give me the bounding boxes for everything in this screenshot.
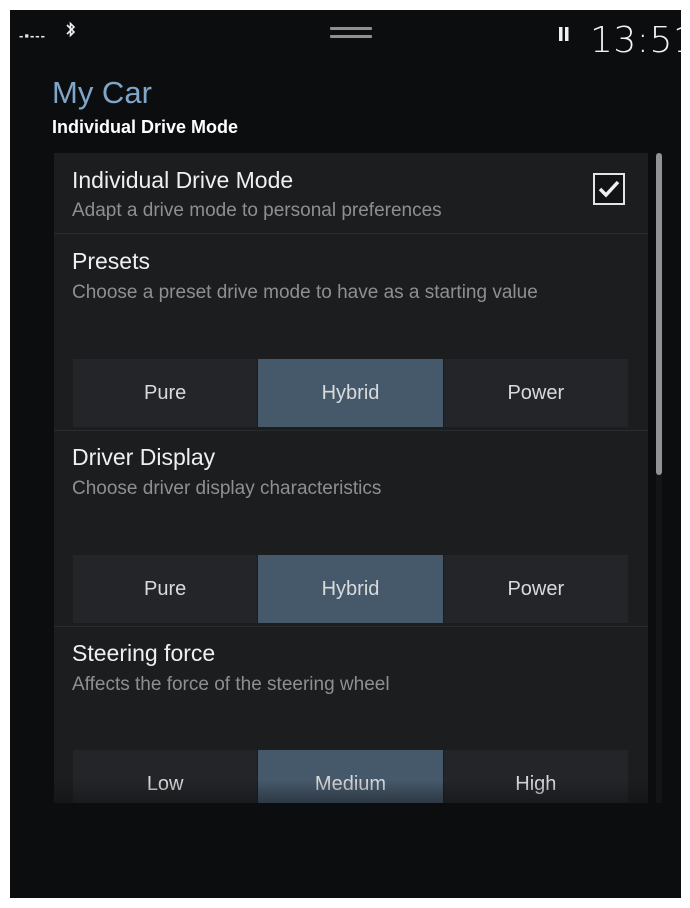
setting-presets: Presets Choose a preset drive mode to ha…: [54, 234, 648, 429]
steering-force-option-low[interactable]: Low: [73, 750, 258, 803]
presets-segmented-control: Pure Hybrid Power: [73, 359, 628, 427]
individual-drive-mode-checkbox[interactable]: [593, 173, 625, 205]
presets-option-hybrid[interactable]: Hybrid: [257, 359, 443, 427]
setting-steering-force: Steering force Affects the force of the …: [54, 627, 648, 803]
app-title: My Car: [52, 75, 152, 110]
setting-description: Affects the force of the steering wheel: [72, 674, 390, 695]
pull-down-handle[interactable]: [330, 27, 372, 43]
setting-title: Presets: [72, 248, 150, 274]
page-title: Individual Drive Mode: [52, 117, 239, 137]
driver-display-option-hybrid[interactable]: Hybrid: [257, 555, 443, 623]
presets-option-pure[interactable]: Pure: [73, 359, 258, 427]
setting-title: Driver Display: [72, 444, 216, 470]
driver-display-option-power[interactable]: Power: [442, 555, 628, 623]
setting-title: Individual Drive Mode: [72, 167, 294, 193]
signal-indicator: -▪---: [19, 28, 46, 43]
setting-description: Adapt a drive mode to personal preferenc…: [72, 200, 442, 221]
setting-description: Choose driver display characteristics: [72, 478, 382, 499]
car-display-screen: -▪--- 13:51 My Car Individual Drive Mode…: [10, 10, 681, 898]
setting-description: Choose a preset drive mode to have as a …: [72, 282, 538, 303]
setting-title: Steering force: [72, 640, 216, 666]
steering-force-segmented-control: Low Medium High: [73, 750, 628, 803]
bluetooth-icon: [66, 21, 76, 43]
steering-force-option-medium[interactable]: Medium: [257, 750, 443, 803]
steering-force-option-high[interactable]: High: [442, 750, 628, 803]
page-header: My Car Individual Drive Mode: [52, 76, 238, 138]
checkmark-icon: [598, 180, 620, 198]
status-bar: -▪--- 13:51: [10, 10, 681, 70]
setting-driver-display: Driver Display Choose driver display cha…: [54, 431, 648, 626]
driver-display-option-pure[interactable]: Pure: [73, 555, 258, 623]
pause-icon: [559, 27, 569, 45]
presets-option-power[interactable]: Power: [442, 359, 628, 427]
clock: 13:51: [590, 20, 681, 61]
setting-individual-drive-mode[interactable]: Individual Drive Mode Adapt a drive mode…: [54, 153, 648, 233]
settings-panel: Individual Drive Mode Adapt a drive mode…: [54, 153, 648, 803]
scrollbar-thumb[interactable]: [656, 153, 662, 475]
driver-display-segmented-control: Pure Hybrid Power: [73, 555, 628, 623]
